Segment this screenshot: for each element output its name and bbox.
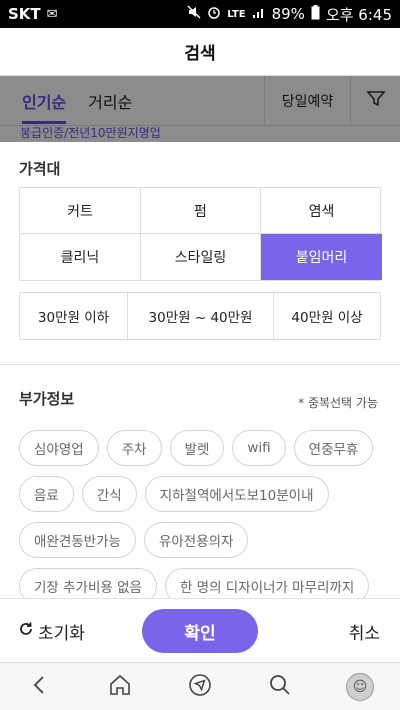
reset-button[interactable]: 초기화: [18, 619, 85, 644]
refresh-icon: [18, 621, 34, 642]
section-divider: [0, 364, 400, 365]
filter-sheet: 가격대 커트 펌 염색 클리닉 스타일링 붙임머리 30만원 이하 30만원 ~…: [0, 142, 400, 598]
chip-single-designer[interactable]: 한 명의 디자이너가 마무리까지: [164, 568, 370, 598]
service-option-cut[interactable]: 커트: [20, 188, 141, 234]
price-option-30-40[interactable]: 30만원 ~ 40만원: [128, 293, 274, 339]
chip-parking[interactable]: 주차: [106, 430, 162, 466]
chip-no-length-charge[interactable]: 기장 추가비용 없음: [19, 568, 157, 598]
chip-snacks[interactable]: 간식: [81, 476, 137, 512]
extra-info-section-title: 부가정보: [19, 390, 75, 408]
service-option-perm[interactable]: 펌: [141, 188, 261, 234]
status-bar: SKT ✉ LTE 89% 오후 6:45: [0, 0, 400, 28]
bottom-nav: ☺: [0, 662, 400, 710]
nav-profile[interactable]: ☺: [340, 667, 380, 707]
cancel-button[interactable]: 취소: [349, 619, 380, 644]
extra-info-chips: 심야영업 주차 발렛 wifi 연중무휴 음료 간식 지하철역에서도보10분이내…: [19, 430, 389, 598]
search-filter-screen: SKT ✉ LTE 89% 오후 6:45 검색 인기순 거리순 당일예약 봉급…: [0, 0, 400, 710]
page-title: 검색: [184, 44, 216, 64]
service-option-extensions[interactable]: 붙임머리: [261, 234, 382, 280]
nav-back[interactable]: [20, 667, 60, 707]
service-option-clinic[interactable]: 클리닉: [20, 234, 141, 280]
chip-open-all-year[interactable]: 연중무휴: [293, 430, 374, 466]
alarm-icon: [207, 5, 221, 23]
chip-near-subway[interactable]: 지하철역에서도보10분이내: [144, 476, 329, 512]
action-bar: 초기화 확인 취소: [0, 598, 400, 662]
chip-pets-allowed[interactable]: 애완견동반가능: [19, 522, 136, 558]
service-grid: 커트 펌 염색 클리닉 스타일링 붙임머리: [19, 187, 382, 281]
chip-valet[interactable]: 발렛: [169, 430, 225, 466]
nav-search[interactable]: [260, 667, 300, 707]
clock: 오후 6:45: [325, 5, 392, 24]
price-range-selector: 30만원 이하 30만원 ~ 40만원 40만원 이상: [19, 292, 381, 340]
location-arrow-icon: [188, 673, 212, 701]
nav-home[interactable]: [100, 667, 140, 707]
chip-drinks[interactable]: 음료: [19, 476, 74, 512]
search-icon: [268, 673, 292, 701]
price-section-title: 가격대: [19, 160, 61, 178]
battery-percent: 89%: [271, 5, 305, 23]
chevron-left-icon: [29, 674, 51, 700]
multi-select-note: * 중복선택 가능: [298, 396, 378, 410]
service-option-color[interactable]: 염색: [261, 188, 382, 234]
dim-overlay[interactable]: [0, 76, 400, 142]
carrier-label: SKT: [8, 5, 41, 23]
battery-icon: [311, 4, 320, 24]
reset-label: 초기화: [38, 624, 85, 644]
avatar: ☺: [346, 672, 374, 701]
signal-icon: [252, 5, 266, 23]
price-option-under-30[interactable]: 30만원 이하: [20, 293, 128, 339]
notification-icon: ✉: [46, 6, 58, 22]
chip-late-night[interactable]: 심야영업: [19, 430, 99, 466]
confirm-button[interactable]: 확인: [142, 609, 258, 653]
price-option-over-40[interactable]: 40만원 이상: [274, 293, 380, 339]
network-label: LTE: [227, 8, 246, 20]
chip-baby-chair[interactable]: 유아전용의자: [143, 522, 249, 558]
app-header: 검색: [0, 28, 400, 76]
nav-nearby[interactable]: [180, 667, 220, 707]
home-icon: [108, 673, 132, 701]
service-option-styling[interactable]: 스타일링: [141, 234, 261, 280]
mute-icon: [187, 5, 201, 23]
chip-wifi[interactable]: wifi: [232, 430, 286, 466]
